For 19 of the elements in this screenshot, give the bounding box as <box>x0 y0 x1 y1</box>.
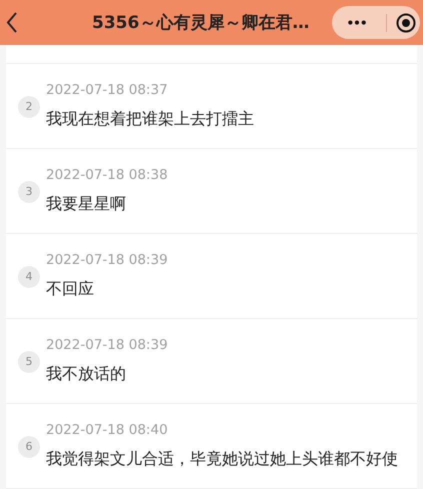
message-time: 2022-07-18 08:40 <box>46 421 168 440</box>
message-text: 我现在想着把谁架上去打擂主 <box>46 108 254 130</box>
message-text: 我觉得架文儿合适，毕竟她说过她上头谁都不好使 <box>46 448 398 470</box>
index-badge: 2 <box>18 96 40 118</box>
message-text: 不回应 <box>46 278 94 300</box>
index-badge: 3 <box>18 181 40 203</box>
index-badge: 4 <box>18 266 40 288</box>
message-time: 2022-07-18 08:39 <box>46 336 168 355</box>
page-title: 5356～心有灵犀～卿在君… <box>92 12 310 35</box>
message-time: 2022-07-18 08:38 <box>46 166 168 185</box>
message-time: 2022-07-18 08:37 <box>46 81 168 100</box>
message-text: 我不放话的 <box>46 363 126 385</box>
message-text: 我要星星啊 <box>46 193 126 215</box>
close-icon[interactable] <box>396 12 416 32</box>
more-button[interactable]: ••• <box>336 14 376 32</box>
message-time: 2022-07-18 08:39 <box>46 251 168 270</box>
index-badge: 6 <box>18 436 40 458</box>
back-icon[interactable] <box>6 12 18 33</box>
index-badge: 5 <box>18 351 40 373</box>
